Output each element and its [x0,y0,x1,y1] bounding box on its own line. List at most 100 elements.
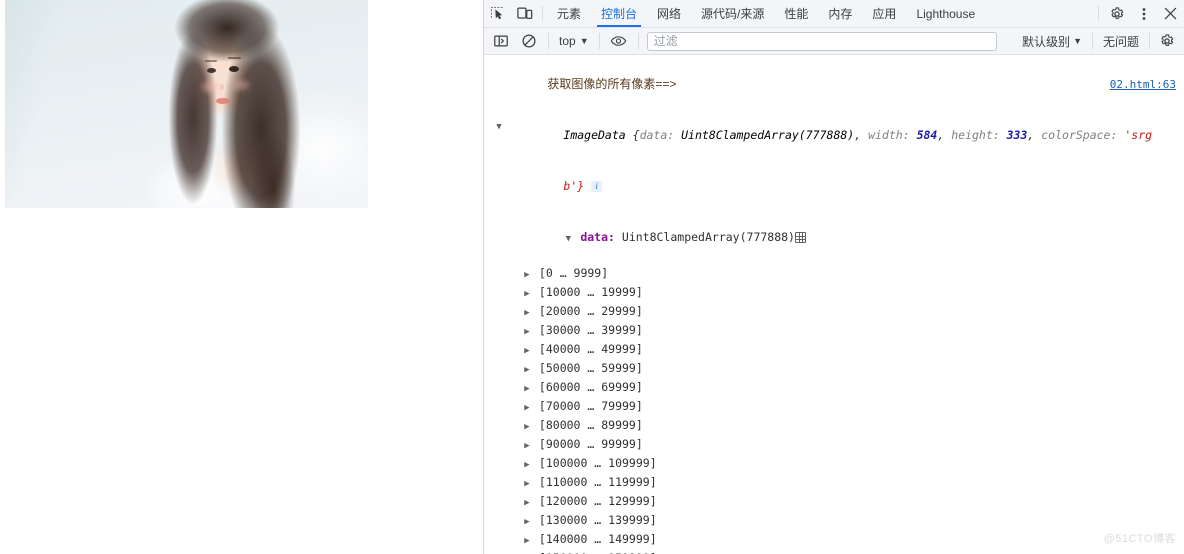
filterbar-divider-1 [548,33,549,49]
array-chunk-row[interactable]: ▶ [20000 … 29999] [484,303,1184,322]
console-source-link[interactable]: 02.html:63 [1110,76,1176,93]
imagedata-object-row[interactable]: ▼ ImageData {data: Uint8ClampedArray(7778… [484,110,1184,161]
array-grid-icon[interactable] [794,232,806,243]
expand-caret-chunk[interactable]: ▶ [522,362,532,379]
array-chunk-label: [90000 … 99999] [532,437,643,451]
expand-caret-chunk[interactable]: ▶ [522,343,532,360]
tab-network[interactable]: 网络 [647,0,691,27]
chevron-down-icon-level: ▼ [1073,36,1082,46]
image-canvas[interactable] [5,0,368,208]
console-log-text: 获取图像的所有像素==> [547,77,677,91]
array-chunk-row[interactable]: ▶ [130000 … 139999] [484,512,1184,531]
log-level-value: 默认级别 [1022,34,1071,49]
toolbar-divider-right [1098,6,1099,21]
browser-page-pane [0,0,483,554]
data-property-row[interactable]: ▼ data: Uint8ClampedArray(777888) [484,212,1184,265]
array-chunk-row[interactable]: ▶ [110000 … 119999] [484,474,1184,493]
expand-caret-chunk[interactable]: ▶ [522,400,532,417]
eye-left [207,68,216,73]
filterbar-divider-2 [598,33,600,49]
screenshot-root: 元素 控制台 网络 源代码/来源 性能 内存 应用 Lighthouse top… [0,0,1184,554]
tab-performance[interactable]: 性能 [774,0,818,27]
array-chunk-row[interactable]: ▶ [50000 … 59999] [484,360,1184,379]
expand-caret-chunk[interactable]: ▶ [522,419,532,436]
array-chunk-list: ▶ [0 … 9999] ▶ [10000 … 19999] ▶ [20000 … … [484,265,1184,554]
array-chunk-row[interactable]: ▶ [140000 … 149999] [484,531,1184,550]
array-chunk-row[interactable]: ▶ [70000 … 79999] [484,398,1184,417]
object-open-brace: { [625,128,640,142]
cheek-left [202,82,218,92]
array-chunk-row[interactable]: ▶ [90000 … 99999] [484,436,1184,455]
nose [220,84,224,90]
expand-caret-chunk[interactable]: ▶ [522,514,532,531]
issues-label: 无问题 [1102,34,1139,49]
more-options-icon[interactable] [1130,0,1157,27]
array-chunk-row[interactable]: ▶ [30000 … 39999] [484,322,1184,341]
eyebrow-right [228,57,241,59]
array-chunk-row[interactable]: ▶ [120000 … 129999] [484,493,1184,512]
device-toolbar-icon[interactable] [511,0,538,27]
tab-application[interactable]: 应用 [862,0,906,27]
settings-gear-icon[interactable] [1103,0,1130,27]
expand-caret-chunk[interactable]: ▶ [522,476,532,493]
value-height: 333 [1006,128,1028,142]
expand-caret-object[interactable]: ▼ [494,119,504,136]
tab-elements[interactable]: 元素 [547,0,591,27]
array-chunk-row[interactable]: ▶ [60000 … 69999] [484,379,1184,398]
tab-elements-label: 元素 [557,7,582,21]
info-badge-icon[interactable]: i [591,181,603,192]
tab-memory[interactable]: 内存 [818,0,862,27]
filterbar-divider-5 [1149,33,1150,49]
close-icon[interactable] [1157,0,1184,27]
console-log-row[interactable]: 获取图像的所有像素==> 02.html:63 [484,59,1184,110]
devtools-panel: 元素 控制台 网络 源代码/来源 性能 内存 应用 Lighthouse top… [483,0,1184,554]
key-data: data: [639,128,675,142]
console-sidebar-icon[interactable] [488,30,514,52]
array-chunk-label: [70000 … 79999] [532,399,643,413]
execution-context-select[interactable]: top ▼ [555,34,593,48]
console-output[interactable]: 获取图像的所有像素==> 02.html:63 ▼ ImageData {data:… [484,55,1184,554]
array-chunk-label: [30000 … 39999] [532,323,643,337]
filter-input[interactable] [646,31,997,51]
array-chunk-label: [0 … 9999] [532,266,609,280]
array-chunk-label: [140000 … 149999] [532,532,657,546]
expand-caret-chunk[interactable]: ▶ [522,305,532,322]
execution-context-value: top [559,34,576,48]
sep-1: , [854,128,869,142]
array-chunk-label: [130000 … 139999] [532,513,657,527]
data-property-value: Uint8ClampedArray(777888) [621,230,795,244]
array-chunk-row[interactable]: ▶ [150000 … 159999] [484,550,1184,554]
expand-caret-chunk[interactable]: ▶ [522,457,532,474]
expand-caret-chunk[interactable]: ▶ [522,324,532,341]
log-level-select[interactable]: 默认级别 ▼ [1016,33,1088,50]
inspect-element-icon[interactable] [484,0,511,27]
toolbar-divider [542,6,543,21]
expand-caret-chunk[interactable]: ▶ [522,286,532,303]
array-chunk-row[interactable]: ▶ [0 … 9999] [484,265,1184,284]
array-chunk-row[interactable]: ▶ [10000 … 19999] [484,284,1184,303]
live-expression-icon[interactable] [606,30,632,52]
tabstrip-right-group [1094,0,1184,27]
key-height: height: [951,128,1000,142]
expand-caret-chunk[interactable]: ▶ [522,267,532,284]
expand-caret-chunk[interactable]: ▶ [522,381,532,398]
tab-console[interactable]: 控制台 [591,0,647,27]
filterbar-right-group: 默认级别 ▼ 无问题 [1016,30,1180,52]
array-chunk-row[interactable]: ▶ [40000 … 49999] [484,341,1184,360]
tab-sources[interactable]: 源代码/来源 [691,0,774,27]
expand-caret-chunk[interactable]: ▶ [522,533,532,550]
tab-lighthouse[interactable]: Lighthouse [906,0,985,27]
portrait-photo [5,0,368,208]
array-chunk-row[interactable]: ▶ [100000 … 109999] [484,455,1184,474]
devtools-tabstrip: 元素 控制台 网络 源代码/来源 性能 内存 应用 Lighthouse [484,0,1184,28]
array-chunk-label: [60000 … 69999] [532,380,643,394]
expand-caret-chunk[interactable]: ▶ [522,438,532,455]
console-settings-icon[interactable] [1154,30,1180,52]
issues-status[interactable]: 无问题 [1097,33,1145,50]
expand-caret-data[interactable]: ▼ [563,231,573,248]
expand-caret-chunk[interactable]: ▶ [522,495,532,512]
array-chunk-row[interactable]: ▶ [80000 … 89999] [484,417,1184,436]
tab-application-label: 应用 [872,7,897,21]
eye-right [229,66,239,72]
clear-console-icon[interactable] [516,30,542,52]
